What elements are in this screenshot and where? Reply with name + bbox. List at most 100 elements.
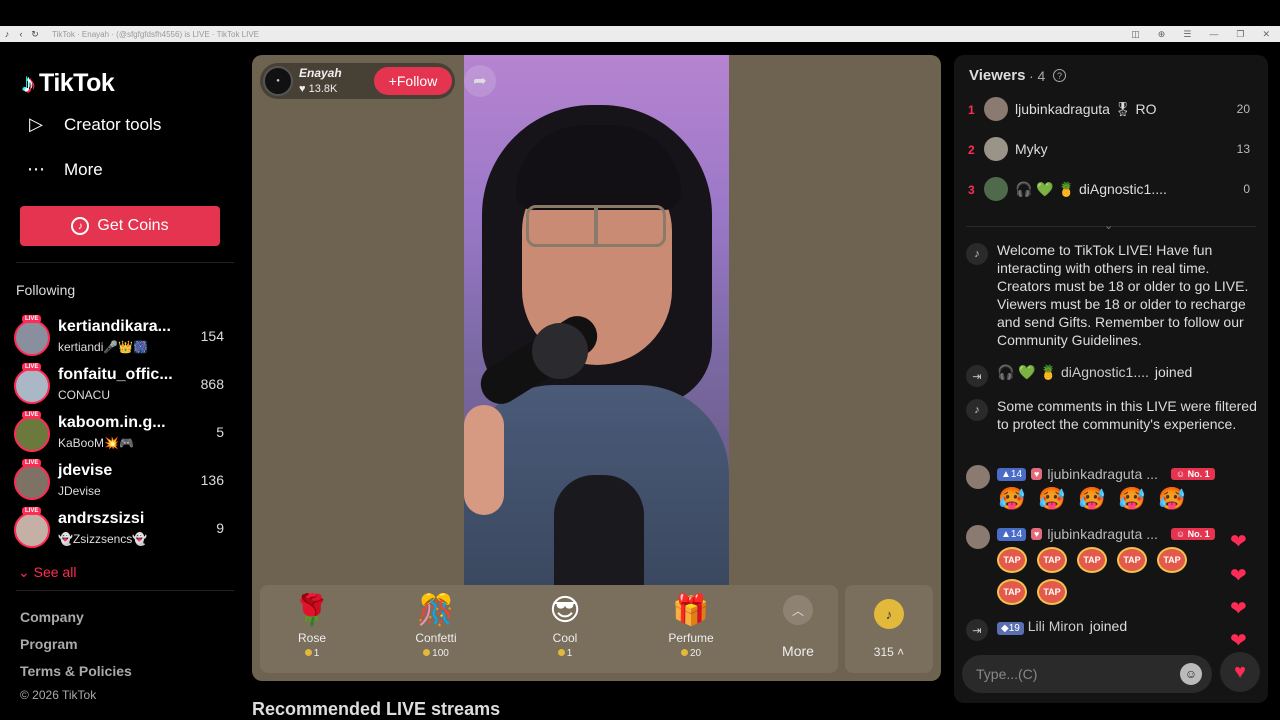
- coin-icon: ♪: [874, 599, 904, 629]
- tiktok-note-icon: ♪: [966, 243, 988, 265]
- host-info[interactable]: ● Enayah ♥ 13.8K + Follow: [260, 63, 455, 99]
- share-button[interactable]: ➦: [464, 65, 496, 97]
- enter-icon: ⇥: [966, 365, 988, 387]
- level-badge: ▲14: [997, 467, 1027, 481]
- host-name[interactable]: Enayah: [299, 66, 342, 80]
- coin-balance-value: 315: [873, 645, 894, 659]
- chat-input[interactable]: [974, 663, 1174, 685]
- following-item[interactable]: LIVE fonfaitu_offic... CONACU 868: [14, 363, 224, 410]
- filter-notice-text: Some comments in this LIVE were filtered…: [997, 398, 1257, 432]
- following-item[interactable]: LIVE kaboom.in.g... KaBooM💥🎮 5: [14, 411, 224, 458]
- viewer-row[interactable]: 3 🎧 💚 🍍 diAgnostic1.... 0: [968, 177, 1258, 203]
- gift-price-value: 1: [566, 648, 573, 659]
- live-video[interactable]: [464, 55, 729, 585]
- confetti-icon: 🎊: [417, 594, 455, 627]
- see-all-link[interactable]: ⌄ See all: [18, 564, 76, 581]
- viewer-count: 9: [216, 520, 224, 536]
- gift-price: 1: [515, 648, 615, 659]
- recommended-heading: Recommended LIVE streams: [252, 699, 501, 719]
- viewer-count: 154: [200, 328, 224, 344]
- follow-button[interactable]: + Follow: [374, 67, 452, 95]
- avatar: [14, 320, 50, 356]
- footer-terms[interactable]: Terms & Policies: [20, 663, 132, 679]
- footer-company[interactable]: Company: [20, 609, 84, 625]
- chevron-down-icon[interactable]: ⌄: [1104, 219, 1113, 232]
- viewer-row[interactable]: 1 ljubinkadraguta 🎖 RO 20: [968, 97, 1258, 123]
- info-icon[interactable]: ?: [1053, 69, 1066, 82]
- joined-user-name[interactable]: Lili Miron: [1028, 618, 1084, 634]
- gift-confetti[interactable]: 🎊 Confetti 100: [386, 585, 486, 673]
- coin-balance-button[interactable]: ♪ 315 ˄: [845, 585, 933, 673]
- follow-label: Follow: [396, 73, 438, 89]
- menu-icon[interactable]: ☰: [1183, 29, 1191, 40]
- floating-heart-icon: ❤: [1230, 630, 1247, 652]
- floating-heart-icon: ❤: [1230, 531, 1247, 553]
- join-text: ◆19 Lili Miron joined: [997, 617, 1259, 638]
- viewer-count: 5: [216, 424, 224, 440]
- floating-heart-icon: ❤: [1230, 598, 1247, 620]
- live-video-panel[interactable]: ● Enayah ♥ 13.8K + Follow ➦ 🌹 Rose 1 🎊 Co…: [252, 55, 941, 681]
- nav-more[interactable]: ⋯ More: [24, 159, 103, 180]
- gift-price-value: 100: [432, 648, 449, 659]
- welcome-text: Welcome to TikTok LIVE! Have fun interac…: [997, 242, 1249, 348]
- live-badge: LIVE: [22, 507, 42, 515]
- live-badge: LIVE: [22, 411, 42, 419]
- comment-username[interactable]: ljubinkadraguta ...: [1047, 526, 1158, 542]
- back-icon[interactable]: ‹: [14, 29, 28, 39]
- tiktok-note-icon: ♪: [22, 68, 35, 98]
- viewer-name: Myky: [1015, 141, 1048, 157]
- following-item[interactable]: LIVE kertiandikara... kertiandi🎤👑🎆 154: [14, 315, 224, 362]
- video-figure-shirt: [554, 475, 644, 585]
- tiktok-logo[interactable]: ♪ TikTok: [22, 68, 115, 99]
- following-name: fonfaitu_offic...: [58, 366, 173, 383]
- footer-program[interactable]: Program: [20, 636, 78, 652]
- floating-heart-icon: ❤: [1230, 565, 1247, 587]
- zoom-icon[interactable]: ⊕: [1158, 29, 1166, 40]
- level-value: 14: [1010, 528, 1023, 540]
- gift-rose[interactable]: 🌹 Rose 1: [262, 585, 362, 673]
- gift-bar: 🌹 Rose 1 🎊 Confetti 100 😎 Cool 1 🎁 Perfu…: [260, 585, 838, 673]
- following-subtitle: kertiandi🎤👑🎆: [58, 340, 149, 354]
- reader-icon[interactable]: ◫: [1131, 29, 1140, 40]
- avatar[interactable]: [966, 465, 990, 489]
- more-gifts-button[interactable]: ︿ More: [768, 595, 828, 659]
- address-bar[interactable]: ♪ ‹ ↻ TikTok · Enayah · (@sfgfgfdsfh4556…: [0, 26, 1280, 42]
- avatar[interactable]: [966, 525, 990, 549]
- nav-creator-tools[interactable]: ▷ Creator tools: [24, 114, 161, 135]
- nav-label: More: [64, 159, 103, 179]
- comment-username[interactable]: ljubinkadraguta ...: [1047, 466, 1158, 482]
- close-icon[interactable]: ✕: [1262, 29, 1270, 40]
- restore-icon[interactable]: ❐: [1236, 29, 1244, 40]
- host-avatar[interactable]: ●: [263, 66, 293, 96]
- emote-icon: 🥵: [1038, 486, 1066, 511]
- divider: [16, 590, 234, 591]
- gift-name: Rose: [297, 631, 326, 645]
- viewer-rank: 1: [968, 103, 975, 117]
- reload-icon[interactable]: ↻: [28, 29, 42, 40]
- following-subtitle: JDevise: [58, 484, 101, 498]
- tap-heart-emote-icon: TAP: [1077, 547, 1107, 573]
- get-coins-button[interactable]: ♪ Get Coins: [20, 206, 220, 246]
- coin-icon: [557, 649, 565, 656]
- following-item[interactable]: LIVE jdevise JDevise 136: [14, 459, 224, 506]
- gift-cool[interactable]: 😎 Cool 1: [515, 585, 615, 673]
- minimize-icon[interactable]: —: [1209, 29, 1218, 39]
- coin-icon: [680, 649, 688, 656]
- gift-perfume[interactable]: 🎁 Perfume 20: [641, 585, 741, 673]
- emote-icon: 🥵: [1118, 486, 1146, 511]
- rank-badge: ☺ No. 1: [1170, 528, 1215, 540]
- emoji-icon[interactable]: ☺: [1180, 663, 1202, 685]
- joined-user-name[interactable]: 🎧 💚 🍍 diAgnostic1....: [997, 364, 1149, 380]
- viewer-row[interactable]: 2 Myky 13: [968, 137, 1258, 163]
- coin-balance: 315 ˄: [845, 645, 933, 659]
- copyright: © 2026 TikTok: [20, 688, 97, 702]
- page-url[interactable]: TikTok · Enayah · (@sfgfgfdsfh4556) is L…: [52, 30, 259, 39]
- like-button[interactable]: ♥: [1220, 652, 1260, 692]
- following-item[interactable]: LIVE andrszsizsi 👻Zsizzsencs👻 9: [14, 507, 224, 554]
- host-likes: ♥ 13.8K: [299, 83, 337, 95]
- more-dots-icon: ⋯: [27, 159, 45, 179]
- rank-badge: ☺ No. 1: [1170, 468, 1215, 480]
- chat-input-box[interactable]: ☺: [962, 655, 1212, 693]
- video-figure-glasses: [526, 205, 666, 247]
- tap-heart-emote-icon: TAP: [1117, 547, 1147, 573]
